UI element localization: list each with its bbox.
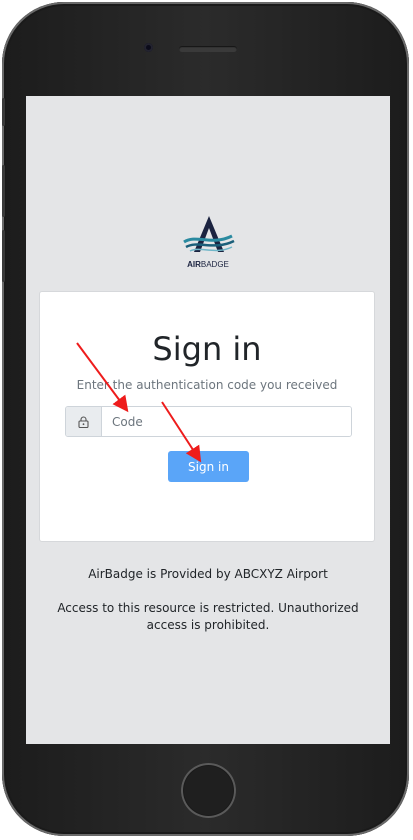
airbadge-logo: AIRBADGE xyxy=(176,212,240,272)
airbadge-logo-icon xyxy=(183,216,235,252)
volume-down-button xyxy=(2,230,5,282)
signin-button[interactable]: Sign in xyxy=(168,451,249,482)
app-screen: AIRBADGE Sign in Enter the authenticatio… xyxy=(26,96,390,744)
logo-text-badge: BADGE xyxy=(200,260,229,269)
provided-by-text: AirBadge is Provided by ABCXYZ Airport xyxy=(88,567,328,581)
home-button[interactable] xyxy=(181,763,236,818)
signin-subtitle: Enter the authentication code you receiv… xyxy=(76,378,338,392)
lock-addon xyxy=(66,407,102,436)
mute-switch xyxy=(2,98,5,126)
earpiece-speaker xyxy=(179,46,237,52)
logo-wordmark: AIRBADGE xyxy=(176,260,240,269)
code-input[interactable] xyxy=(102,407,351,436)
signin-card: Sign in Enter the authentication code yo… xyxy=(39,291,375,542)
front-camera xyxy=(144,43,153,52)
code-input-group xyxy=(65,406,352,437)
logo-text-air: AIR xyxy=(187,260,201,269)
lock-icon xyxy=(78,415,89,428)
volume-up-button xyxy=(2,165,5,217)
page-title: Sign in xyxy=(152,330,262,368)
access-warning-text: Access to this resource is restricted. U… xyxy=(57,601,359,632)
phone-frame: AIRBADGE Sign in Enter the authenticatio… xyxy=(2,2,409,836)
